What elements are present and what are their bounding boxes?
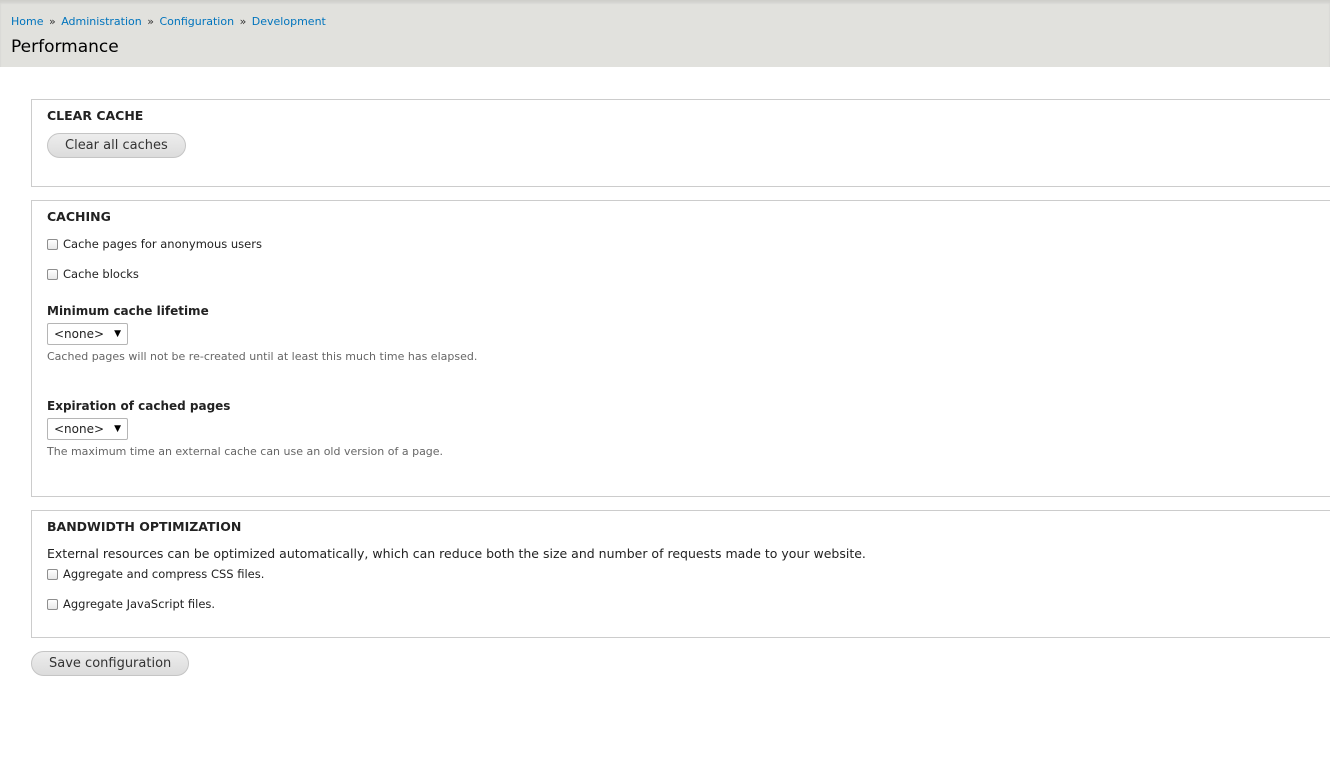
aggregate-js-checkbox[interactable] — [47, 598, 58, 610]
page-title: Performance — [11, 37, 119, 57]
breadcrumb-separator: » — [48, 15, 56, 28]
cache-blocks-option[interactable]: Cache blocks — [47, 267, 139, 281]
clear-all-caches-button[interactable]: Clear all caches — [47, 133, 186, 158]
expiration-value: <none> — [54, 422, 105, 436]
expiration-label: Expiration of cached pages — [47, 399, 231, 413]
save-configuration-button[interactable]: Save configuration — [31, 651, 190, 676]
aggregate-js-label[interactable]: Aggregate JavaScript files. — [63, 597, 215, 611]
cache-anonymous-pages-option[interactable]: Cache pages for anonymous users — [47, 237, 262, 251]
min-cache-lifetime-value: <none> — [54, 327, 105, 341]
expiration-description: The maximum time an external cache can u… — [47, 445, 444, 458]
breadcrumb-separator: » — [239, 15, 247, 28]
dropdown-arrow-icon: ▼ — [114, 329, 121, 339]
caching-legend: CACHING — [47, 209, 111, 224]
breadcrumb-development-link[interactable]: Development — [252, 15, 326, 28]
cache-blocks-label[interactable]: Cache blocks — [63, 267, 139, 281]
breadcrumb-administration-link[interactable]: Administration — [61, 15, 142, 28]
aggregate-js-option[interactable]: Aggregate JavaScript files. — [47, 597, 215, 611]
clear-cache-fieldset: CLEAR CACHE Clear all caches — [31, 99, 1330, 187]
expiration-select[interactable]: <none> ▼ — [47, 418, 128, 440]
bandwidth-legend: BANDWIDTH OPTIMIZATION — [47, 519, 242, 534]
cache-anonymous-pages-checkbox[interactable] — [47, 238, 58, 250]
caching-fieldset: CACHING Cache pages for anonymous users … — [31, 200, 1330, 497]
dropdown-arrow-icon: ▼ — [114, 424, 121, 434]
min-cache-lifetime-label: Minimum cache lifetime — [47, 304, 209, 318]
aggregate-css-option[interactable]: Aggregate and compress CSS files. — [47, 567, 264, 581]
cache-anonymous-pages-label[interactable]: Cache pages for anonymous users — [63, 237, 262, 251]
min-cache-lifetime-select[interactable]: <none> ▼ — [47, 323, 128, 345]
clear-cache-legend: CLEAR CACHE — [47, 108, 144, 123]
bandwidth-intro: External resources can be optimized auto… — [47, 546, 866, 561]
aggregate-css-label[interactable]: Aggregate and compress CSS files. — [63, 567, 264, 581]
aggregate-css-checkbox[interactable] — [47, 568, 58, 580]
min-cache-lifetime-description: Cached pages will not be re-created unti… — [47, 350, 478, 363]
bandwidth-fieldset: BANDWIDTH OPTIMIZATION External resource… — [31, 510, 1330, 638]
breadcrumb: Home » Administration » Configuration » … — [11, 15, 326, 29]
cache-blocks-checkbox[interactable] — [47, 268, 58, 280]
breadcrumb-configuration-link[interactable]: Configuration — [159, 15, 234, 28]
page-header: Home » Administration » Configuration » … — [0, 0, 1330, 67]
breadcrumb-home-link[interactable]: Home — [11, 15, 43, 28]
breadcrumb-separator: » — [147, 15, 154, 28]
